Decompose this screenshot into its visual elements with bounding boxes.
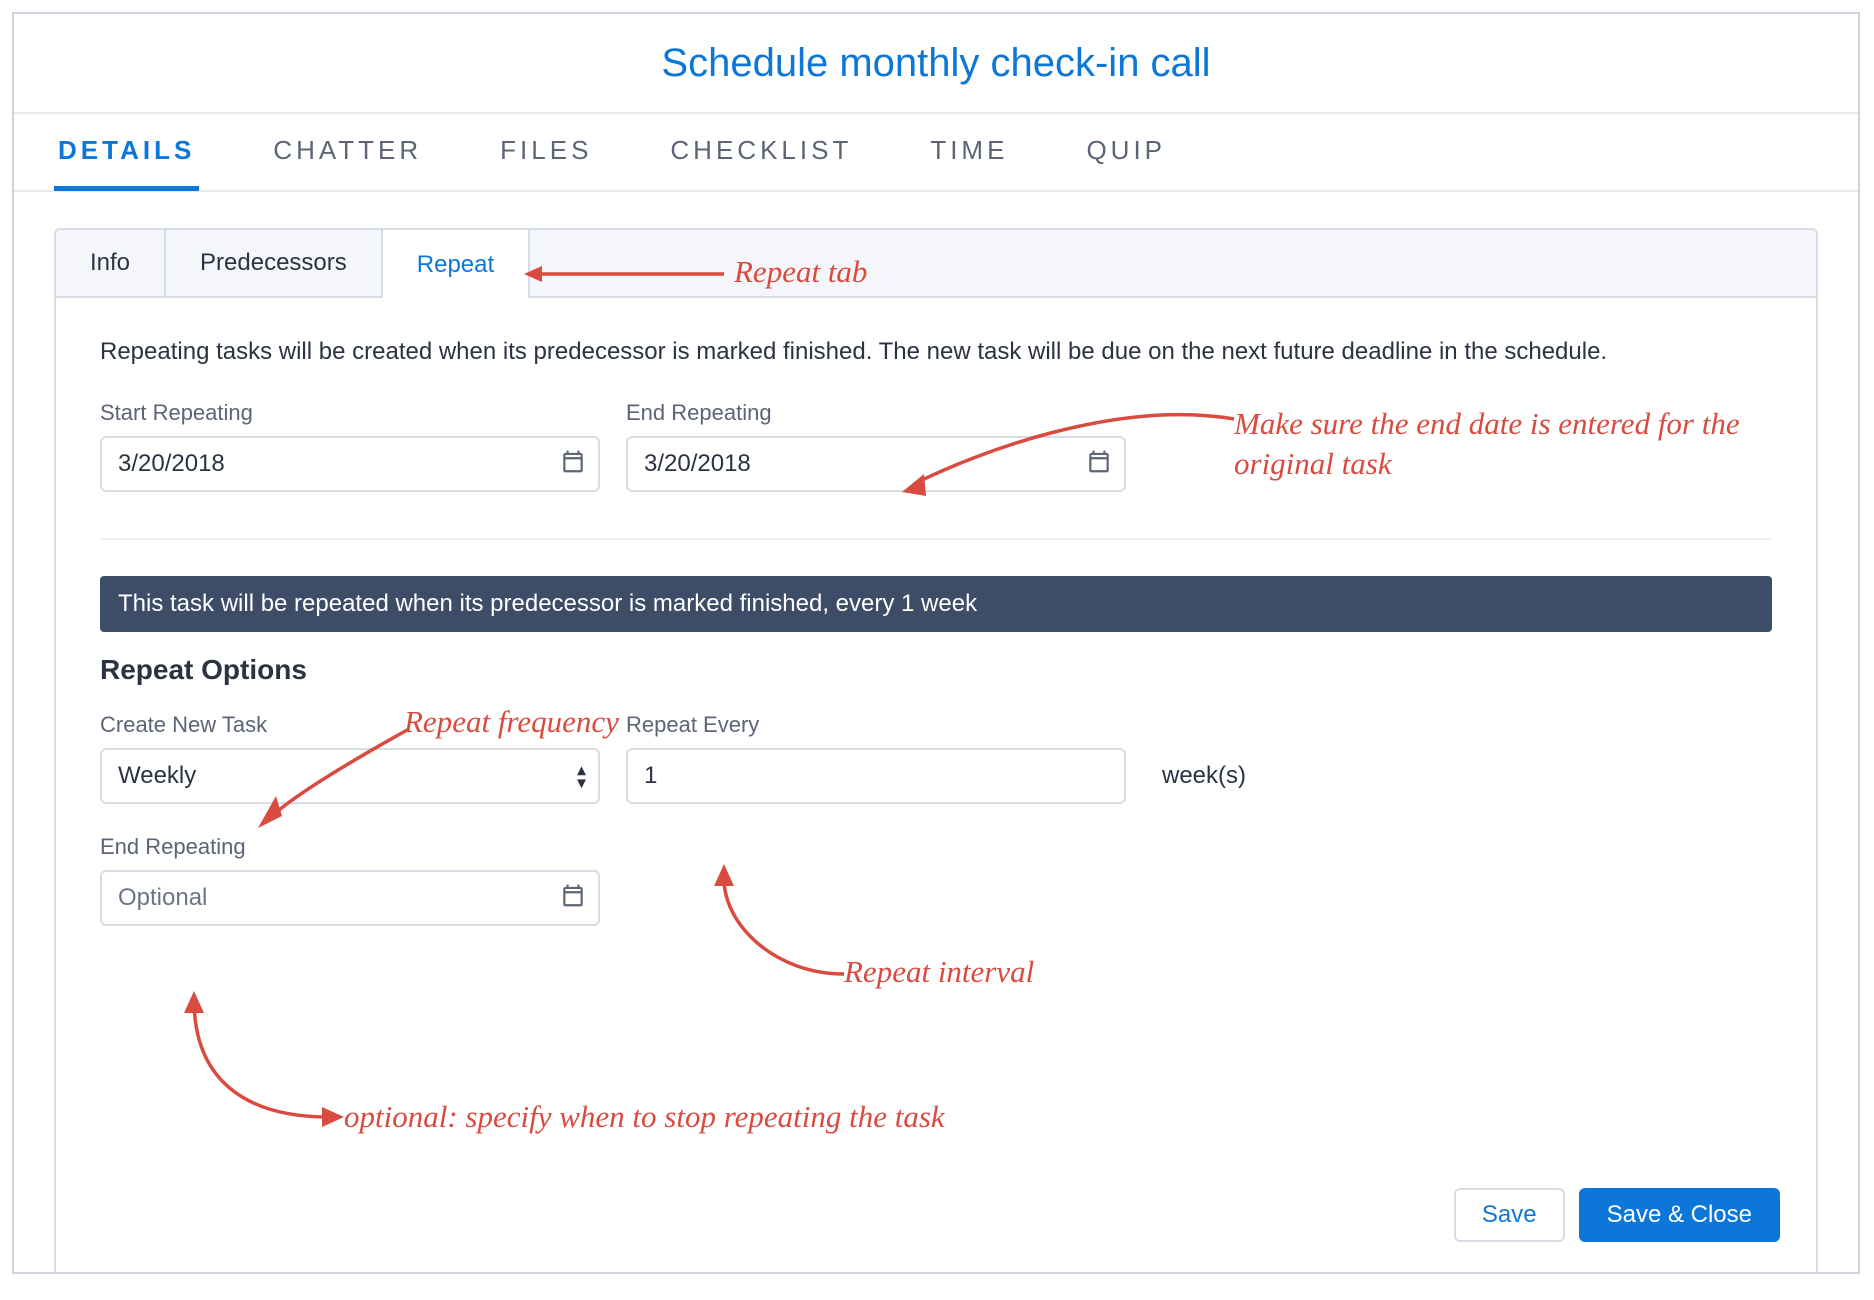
repeat-every-label: Repeat Every xyxy=(626,712,1126,738)
repeat-description: Repeating tasks will be created when its… xyxy=(100,334,1760,370)
end-repeating-input[interactable] xyxy=(626,436,1126,492)
page-title: Schedule monthly check-in call xyxy=(661,41,1210,86)
create-new-task-field: Create New Task ▴▾ xyxy=(100,712,600,804)
subtab-predecessors[interactable]: Predecessors xyxy=(166,230,383,296)
create-new-task-select[interactable] xyxy=(100,748,600,804)
end-repeating-field: End Repeating xyxy=(626,400,1126,492)
end-repeating-label: End Repeating xyxy=(626,400,1126,426)
end-repeating-option-row: End Repeating xyxy=(100,834,1772,926)
repeat-every-field: Repeat Every xyxy=(626,712,1126,804)
subtab-info[interactable]: Info xyxy=(56,230,166,296)
tab-chatter[interactable]: CHATTER xyxy=(269,113,426,191)
repeat-summary: This task will be repeated when its pred… xyxy=(100,576,1772,632)
end-repeating-option-input[interactable] xyxy=(100,870,600,926)
date-row: Start Repeating End Repeating xyxy=(100,400,1772,492)
save-close-button[interactable]: Save & Close xyxy=(1579,1188,1780,1242)
app-window: Schedule monthly check-in call DETAILS C… xyxy=(12,12,1860,1274)
end-repeating-option-field: End Repeating xyxy=(100,834,1772,926)
save-button[interactable]: Save xyxy=(1454,1188,1565,1242)
calendar-icon[interactable] xyxy=(560,449,586,480)
start-repeating-field: Start Repeating xyxy=(100,400,600,492)
repeat-options-heading: Repeat Options xyxy=(100,654,1772,686)
create-new-task-label: Create New Task xyxy=(100,712,600,738)
repeat-every-input[interactable] xyxy=(626,748,1126,804)
content-area: Info Predecessors Repeat Repeating tasks… xyxy=(14,192,1858,1274)
footer-buttons: Save Save & Close xyxy=(1454,1188,1780,1242)
end-repeating-option-label: End Repeating xyxy=(100,834,1772,860)
main-tab-bar: DETAILS CHATTER FILES CHECKLIST TIME QUI… xyxy=(14,114,1858,192)
calendar-icon[interactable] xyxy=(560,883,586,914)
start-repeating-input[interactable] xyxy=(100,436,600,492)
title-bar: Schedule monthly check-in call xyxy=(14,14,1858,114)
chevron-updown-icon: ▴▾ xyxy=(577,763,586,788)
tab-files[interactable]: FILES xyxy=(496,113,596,191)
tab-details[interactable]: DETAILS xyxy=(54,113,199,191)
options-row: Create New Task ▴▾ Repeat Every week(s) xyxy=(100,712,1772,804)
repeat-unit-label: week(s) xyxy=(1152,762,1246,804)
tab-time[interactable]: TIME xyxy=(926,113,1012,191)
repeat-panel: Repeating tasks will be created when its… xyxy=(54,298,1818,1274)
calendar-icon[interactable] xyxy=(1086,449,1112,480)
tab-quip[interactable]: QUIP xyxy=(1082,113,1170,191)
tab-checklist[interactable]: CHECKLIST xyxy=(666,113,856,191)
subtab-repeat[interactable]: Repeat xyxy=(383,230,530,302)
start-repeating-label: Start Repeating xyxy=(100,400,600,426)
sub-tab-bar: Info Predecessors Repeat xyxy=(54,228,1818,298)
divider xyxy=(100,538,1772,540)
